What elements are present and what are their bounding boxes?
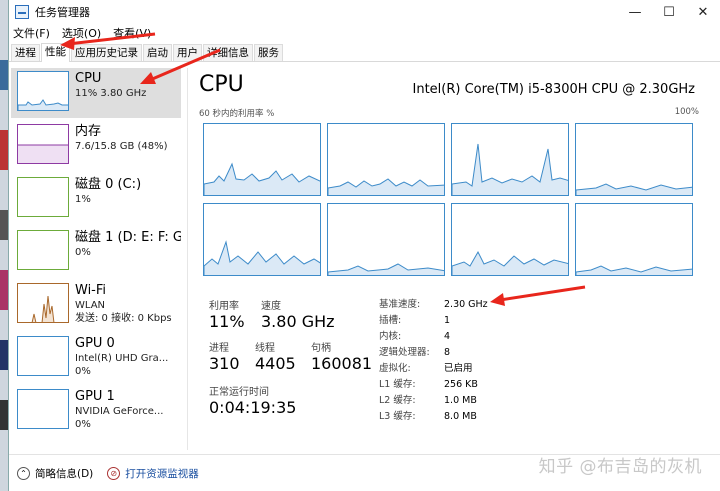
- processes-value: 310: [209, 354, 240, 373]
- resource-sub: 7.6/15.8 GB (48%): [75, 141, 168, 152]
- core-graph-7: [575, 203, 693, 276]
- resource-item-cpu[interactable]: CPU 11% 3.80 GHz: [11, 68, 181, 118]
- resource-item-memory[interactable]: 内存 7.6/15.8 GB (48%): [11, 121, 181, 171]
- resource-sub: 11% 3.80 GHz: [75, 88, 147, 99]
- menu-bar: 文件(F) 选项(O) 查看(V): [9, 24, 720, 42]
- resource-list: CPU 11% 3.80 GHz 内存 7.6/15.8 GB (48%) 磁盘…: [11, 68, 181, 450]
- processes-label: 进程: [209, 343, 229, 354]
- logical-processors-value: 8: [444, 347, 451, 358]
- resource-item-disk-1[interactable]: 磁盘 1 (D: E: F: G: 0%: [11, 227, 181, 277]
- uptime-label: 正常运行时间: [209, 387, 269, 398]
- cpu-mini-graph: [17, 71, 69, 111]
- graph-max-label: 100%: [674, 107, 699, 117]
- resource-sub-2: 0%: [75, 366, 91, 377]
- resource-name: Wi-Fi: [75, 283, 107, 298]
- wifi-mini-graph: [17, 283, 69, 323]
- resource-name: GPU 0: [75, 336, 115, 351]
- window-title: 任务管理器: [35, 6, 90, 19]
- tab-performance[interactable]: 性能: [41, 43, 70, 62]
- resource-sub: NVIDIA GeForce...: [75, 406, 164, 417]
- utilization-label: 利用率: [209, 301, 239, 312]
- l2-cache-label: L2 缓存:: [379, 395, 416, 406]
- handles-value: 160081: [311, 354, 373, 373]
- l1-cache-value: 256 KB: [444, 379, 478, 390]
- cpu-details-list: 基准速度: 2.30 GHz 插槽: 1 内核: 4 逻辑处理器: 8 虚拟化: 已启用 …: [379, 297, 488, 425]
- panel-divider[interactable]: [187, 68, 188, 450]
- menu-options[interactable]: 选项(O): [62, 25, 101, 41]
- tab-processes[interactable]: 进程: [11, 44, 40, 61]
- threads-label: 线程: [255, 343, 275, 354]
- core-graph-1: [327, 123, 445, 196]
- threads-value: 4405: [255, 354, 296, 373]
- core-graph-2: [451, 123, 569, 196]
- disk-1-mini-graph: [17, 230, 69, 270]
- task-manager-window: 任务管理器 — ☐ ✕ 文件(F) 选项(O) 查看(V) 进程 性能 应用历史…: [8, 0, 720, 491]
- resource-sub-2: 0%: [75, 419, 91, 430]
- tab-app-history[interactable]: 应用历史记录: [71, 44, 142, 61]
- menu-file[interactable]: 文件(F): [13, 25, 50, 41]
- core-graph-6: [451, 203, 569, 276]
- resource-item-gpu-0[interactable]: GPU 0 Intel(R) UHD Gra... 0%: [11, 333, 181, 383]
- uptime-value: 0:04:19:35: [209, 398, 297, 417]
- tab-users[interactable]: 用户: [173, 44, 202, 61]
- utilization-value: 11%: [209, 312, 245, 331]
- sockets-label: 插槽:: [379, 315, 402, 326]
- virtualization-value: 已启用: [444, 363, 473, 374]
- disk-0-mini-graph: [17, 177, 69, 217]
- gpu-1-mini-graph: [17, 389, 69, 429]
- tab-strip: 进程 性能 应用历史记录 启动 用户 详细信息 服务: [9, 42, 720, 62]
- speed-value: 3.80 GHz: [261, 312, 335, 331]
- cpu-model-name: Intel(R) Core(TM) i5-8300H CPU @ 2.30GHz: [412, 82, 696, 97]
- l3-cache-value: 8.0 MB: [444, 411, 477, 422]
- base-speed-value: 2.30 GHz: [444, 299, 488, 310]
- resource-name: 内存: [75, 124, 102, 139]
- resource-name: 磁盘 0 (C:): [75, 177, 142, 192]
- tab-startup[interactable]: 启动: [143, 44, 172, 61]
- cpu-detail-panel: CPU Intel(R) Core(TM) i5-8300H CPU @ 2.3…: [199, 72, 699, 422]
- resource-sub-2: 发送: 0 接收: 0 Kbps: [75, 313, 172, 324]
- tab-details[interactable]: 详细信息: [203, 44, 253, 61]
- resource-sub: Intel(R) UHD Gra...: [75, 353, 169, 364]
- virtualization-label: 虚拟化:: [379, 363, 411, 374]
- open-resource-monitor-link[interactable]: 打开资源监视器: [125, 466, 199, 481]
- chevron-up-icon[interactable]: ⌃: [17, 466, 30, 480]
- resource-name: 磁盘 1 (D: E: F: G:: [75, 230, 181, 245]
- core-graph-5: [327, 203, 445, 276]
- title-bar: 任务管理器 — ☐ ✕: [9, 0, 720, 24]
- maximize-button[interactable]: ☐: [652, 0, 686, 24]
- core-graph-3: [575, 123, 693, 196]
- cores-label: 内核:: [379, 331, 402, 342]
- core-graph-0: [203, 123, 321, 196]
- resource-sub: 1%: [75, 194, 91, 205]
- resource-sub: 0%: [75, 247, 91, 258]
- resource-name: GPU 1: [75, 389, 115, 404]
- resource-item-gpu-1[interactable]: GPU 1 NVIDIA GeForce... 0%: [11, 386, 181, 436]
- menu-view[interactable]: 查看(V): [113, 25, 151, 41]
- resource-name: CPU: [75, 71, 102, 86]
- task-manager-app-icon: [15, 5, 29, 19]
- l3-cache-label: L3 缓存:: [379, 411, 416, 422]
- speed-label: 速度: [261, 301, 281, 312]
- resource-item-disk-0[interactable]: 磁盘 0 (C:) 1%: [11, 174, 181, 224]
- resource-monitor-icon[interactable]: ⊘: [107, 466, 121, 480]
- gpu-0-mini-graph: [17, 336, 69, 376]
- resource-item-wifi[interactable]: Wi-Fi WLAN 发送: 0 接收: 0 Kbps: [11, 280, 181, 330]
- l1-cache-label: L1 缓存:: [379, 379, 416, 390]
- resource-sub: WLAN: [75, 300, 106, 311]
- minimize-button[interactable]: —: [618, 0, 652, 24]
- watermark: 知乎 @布吉岛的灰机: [538, 457, 702, 477]
- fewer-details-link[interactable]: 简略信息(D): [35, 466, 93, 481]
- tab-services[interactable]: 服务: [254, 44, 283, 61]
- close-button[interactable]: ✕: [686, 0, 720, 24]
- core-graph-4: [203, 203, 321, 276]
- logical-processors-label: 逻辑处理器:: [379, 347, 430, 358]
- cores-value: 4: [444, 331, 451, 342]
- base-speed-label: 基准速度:: [379, 299, 421, 310]
- handles-label: 句柄: [311, 343, 331, 354]
- logical-processor-graphs[interactable]: [203, 123, 693, 279]
- sockets-value: 1: [444, 315, 451, 326]
- l2-cache-value: 1.0 MB: [444, 395, 477, 406]
- graph-caption: 60 秒内的利用率 %: [199, 109, 275, 119]
- memory-mini-graph: [17, 124, 69, 164]
